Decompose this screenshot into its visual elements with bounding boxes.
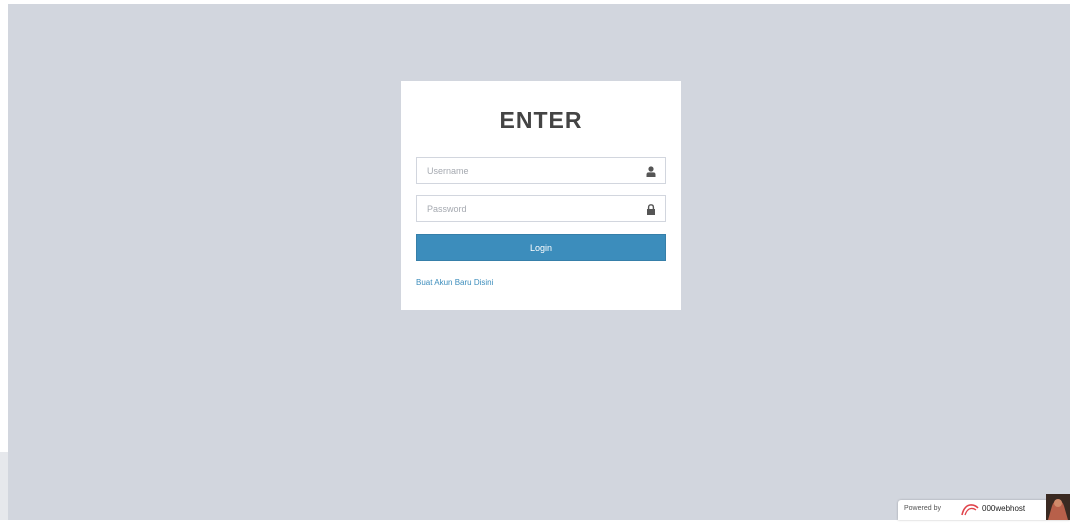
powered-by-badge[interactable]: Powered by 000webhost bbox=[898, 494, 1070, 520]
password-field bbox=[416, 195, 666, 222]
000webhost-logo-icon bbox=[961, 504, 979, 516]
brand-name: 000webhost bbox=[982, 504, 1026, 513]
login-title: ENTER bbox=[499, 107, 583, 133]
lock-icon bbox=[647, 204, 655, 215]
username-field bbox=[416, 157, 666, 184]
left-edge-strip bbox=[0, 452, 8, 520]
register-link[interactable]: Buat Akun Baru Disini bbox=[416, 278, 493, 287]
username-input[interactable] bbox=[417, 158, 665, 183]
login-button[interactable]: Login bbox=[416, 234, 666, 261]
login-box: ENTER Login Buat Akun Baru Disini bbox=[401, 81, 681, 310]
avatar bbox=[1046, 494, 1070, 520]
user-icon bbox=[646, 166, 656, 177]
password-input[interactable] bbox=[417, 196, 665, 221]
powered-by-label: Powered by bbox=[904, 505, 941, 512]
